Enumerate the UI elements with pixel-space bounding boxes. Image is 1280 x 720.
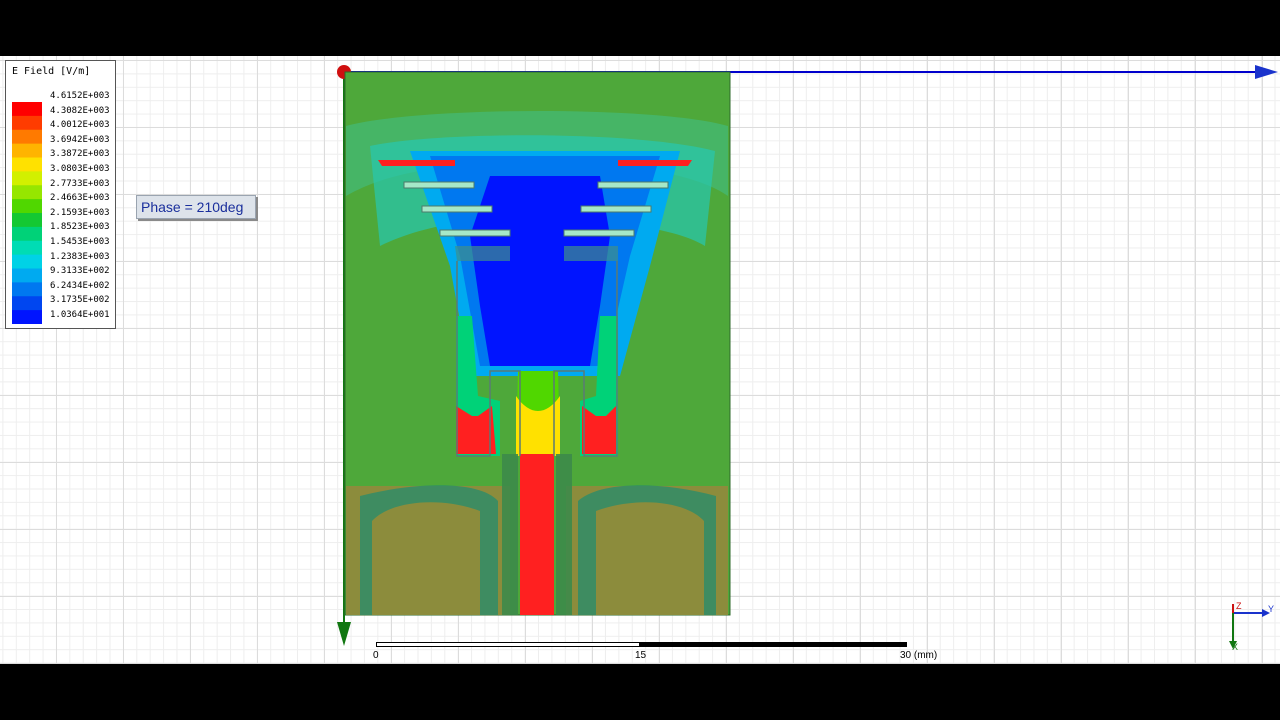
legend-color-swatch: [12, 282, 42, 297]
feed-line: [520, 454, 554, 615]
legend-color-swatch: [12, 240, 42, 256]
legend-color-swatch: [12, 268, 42, 283]
e-field-legend[interactable]: E Field [V/m] 4.6152E+003 4.3082E+003 4.00…: [5, 60, 116, 329]
legend-color-swatch: [12, 102, 42, 117]
phase-text: Phase = 210deg: [141, 199, 244, 215]
feed-gap-left: [502, 454, 518, 615]
y-axis-arrow: [1255, 65, 1278, 79]
legend-color-swatch: [12, 226, 42, 242]
legend-value-label: 3.6942E+003: [50, 134, 110, 145]
scale-label-30: 30 (mm): [900, 650, 938, 661]
scale-bar-black: [640, 642, 907, 647]
legend-color-scale: [12, 102, 42, 324]
scale-bar: [376, 642, 907, 647]
legend-color-swatch: [12, 310, 42, 324]
legend-color-swatch: [12, 213, 42, 228]
scale-label-15: 15: [635, 650, 647, 661]
field-plot-viewport[interactable]: Y X Z E Field [V/m] 4.6152E+003 4.3082E+0…: [0, 56, 1280, 664]
legend-value-label: 1.0364E+001: [50, 310, 110, 320]
scale-label-0: 0: [373, 650, 379, 661]
legend-value-label: 1.5453E+003: [50, 237, 110, 247]
legend-value-label: 4.3082E+003: [50, 105, 110, 116]
legend-color-swatch: [12, 157, 42, 172]
legend-value-label: 4.0012E+003: [50, 120, 110, 131]
scale-bar-white: [376, 642, 640, 647]
legend-value-label: 1.8523E+003: [50, 222, 110, 233]
e-field-plot: [337, 65, 1278, 649]
triad-z-label: Z: [1236, 601, 1242, 611]
legend-color-swatch: [12, 254, 42, 270]
legend-value-label: 2.7733E+003: [50, 178, 110, 189]
legend-value-label: 2.4663E+003: [50, 193, 110, 204]
legend-color-swatch: [12, 129, 42, 145]
legend-value-label: 1.2383E+003: [50, 251, 110, 262]
legend-color-swatch: [12, 296, 42, 311]
legend-color-swatch: [12, 115, 42, 131]
legend-value-label: 9.3133E+002: [50, 266, 110, 277]
legend-color-swatch: [12, 199, 42, 214]
legend-value-label: 3.3872E+003: [50, 149, 110, 160]
x-axis-arrow: [337, 622, 351, 646]
legend-value-label: 4.6152E+003: [50, 91, 110, 101]
legend-value-label: 6.2434E+002: [50, 280, 110, 291]
legend-value-label: 3.1735E+002: [50, 295, 110, 306]
triad-y-label: Y: [1268, 604, 1275, 614]
hot-edge-left-top: [378, 160, 455, 166]
triad-x-label: X: [1232, 642, 1239, 652]
legend-value-label: 3.0803E+003: [50, 164, 110, 174]
legend-color-swatch: [12, 171, 42, 186]
legend-value-label: 2.1593E+003: [50, 207, 110, 218]
legend-title: E Field [V/m]: [12, 66, 91, 77]
field-patch-core: [470, 176, 610, 366]
hot-edge-right-top: [618, 160, 692, 166]
legend-color-swatch: [12, 143, 42, 159]
feed-gap-right: [556, 454, 572, 615]
legend-color-swatch: [12, 185, 42, 200]
phase-indicator[interactable]: Phase = 210deg: [136, 195, 256, 219]
